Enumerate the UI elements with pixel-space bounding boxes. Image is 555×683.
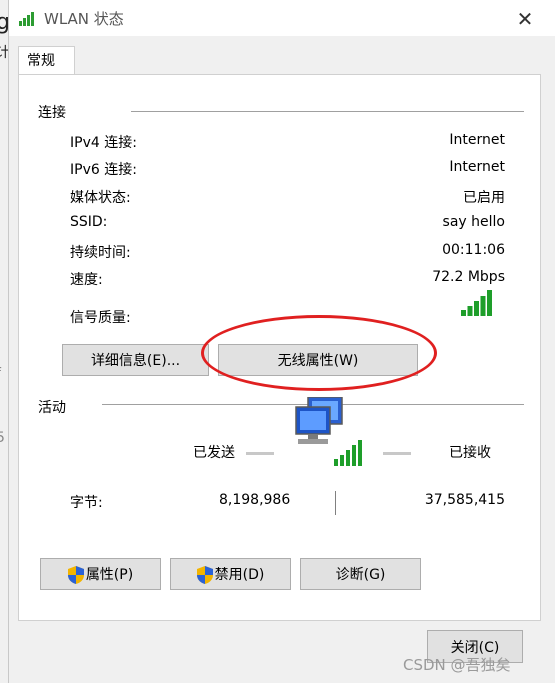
bytes-received-value: 37,585,415 bbox=[424, 492, 505, 508]
duration-value: 00:11:06 bbox=[442, 242, 505, 258]
background-fragment: 5 bbox=[0, 430, 5, 446]
general-panel: 连接 IPv4 连接: Internet IPv6 连接: Internet 媒… bbox=[18, 74, 541, 621]
watermark: CSDN @吾独矣 bbox=[403, 656, 511, 674]
received-label: 已接收 bbox=[449, 445, 491, 461]
close-icon[interactable]: ✕ bbox=[514, 8, 536, 30]
disable-label: 禁用(D) bbox=[214, 567, 265, 583]
media-state-label: 媒体状态: bbox=[70, 190, 131, 206]
uac-shield-icon bbox=[196, 566, 213, 584]
properties-label: 属性(P) bbox=[85, 567, 134, 583]
diagnose-button[interactable]: 诊断(G) bbox=[300, 558, 421, 590]
properties-button[interactable]: 属性(P) bbox=[40, 558, 161, 590]
details-button[interactable]: 详细信息(E)... bbox=[62, 344, 209, 376]
disable-button[interactable]: 禁用(D) bbox=[170, 558, 291, 590]
sent-line bbox=[246, 452, 274, 455]
wireless-properties-button[interactable]: 无线属性(W) bbox=[218, 344, 418, 376]
ipv4-label: IPv4 连接: bbox=[70, 135, 137, 151]
activity-section-title: 活动 bbox=[38, 400, 66, 416]
connection-separator bbox=[131, 111, 524, 112]
speed-value: 72.2 Mbps bbox=[432, 269, 505, 285]
duration-label: 持续时间: bbox=[70, 245, 131, 261]
signal-strength-icon bbox=[461, 290, 492, 316]
media-state-value: 已启用 bbox=[463, 190, 505, 206]
wlan-status-dialog: WLAN 状态 ✕ 常规 连接 IPv4 连接: Internet IPv6 连… bbox=[8, 0, 555, 683]
ipv6-value: Internet bbox=[449, 159, 505, 175]
tab-general[interactable]: 常规 bbox=[18, 46, 75, 74]
ssid-value: say hello bbox=[442, 214, 505, 230]
speed-label: 速度: bbox=[70, 272, 103, 288]
ipv6-label: IPv6 连接: bbox=[70, 162, 137, 178]
window-title: WLAN 状态 bbox=[44, 10, 124, 28]
signal-quality-label: 信号质量: bbox=[70, 310, 131, 326]
bytes-sent-value: 8,198,986 bbox=[219, 492, 291, 508]
received-line bbox=[383, 452, 411, 455]
uac-shield-icon bbox=[67, 566, 84, 584]
ipv4-value: Internet bbox=[449, 132, 505, 148]
wifi-signal-icon bbox=[19, 12, 34, 26]
background-fragment: f bbox=[0, 366, 1, 382]
bytes-label: 字节: bbox=[70, 495, 103, 511]
network-computers-icon bbox=[295, 397, 362, 466]
ssid-label: SSID: bbox=[70, 214, 108, 230]
title-bar: WLAN 状态 ✕ bbox=[9, 0, 555, 36]
bytes-divider bbox=[335, 491, 336, 515]
connection-section-title: 连接 bbox=[38, 105, 66, 121]
sent-label: 已发送 bbox=[193, 445, 235, 461]
